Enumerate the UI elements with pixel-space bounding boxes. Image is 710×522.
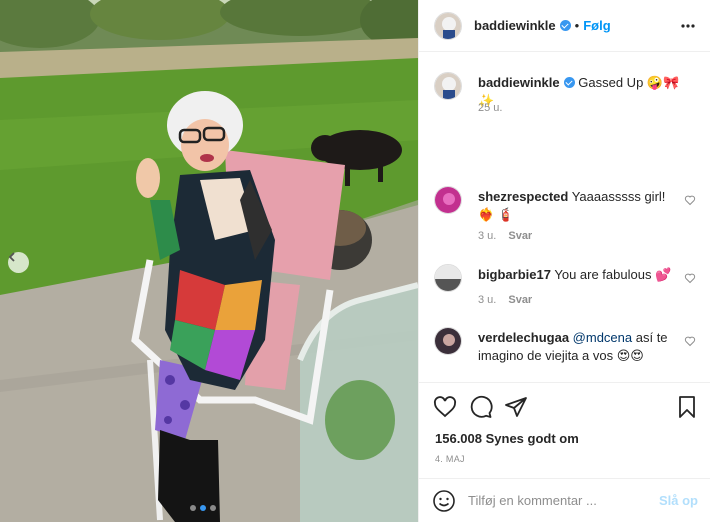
author-avatar[interactable] (434, 11, 462, 40)
carousel-dot (190, 505, 196, 511)
follow-button[interactable]: Følg (583, 18, 610, 33)
comment-text: verdelechugaa @mdcena así te imagino de … (478, 329, 684, 365)
reply-button[interactable]: Svar (508, 230, 532, 242)
carousel-dot-active (200, 505, 206, 511)
post-sidebar: baddiewinkle • Følg baddiewinkle Gassed … (418, 0, 710, 522)
emoji-icon[interactable] (432, 489, 456, 513)
comment-text: bigbarbie17 You are fabulous 💕 (478, 266, 684, 284)
verified-badge-icon (563, 77, 575, 88)
like-comment-heart-icon[interactable] (684, 194, 696, 206)
verified-badge-icon (559, 20, 571, 31)
comment-meta: 3 u. Svar (478, 230, 532, 242)
comment-mention[interactable]: @mdcena (573, 330, 632, 345)
like-heart-icon[interactable] (433, 395, 457, 419)
share-paper-plane-icon[interactable] (504, 395, 528, 419)
comment-username[interactable]: shezrespected (478, 189, 568, 204)
add-comment-bar: Slå op (419, 478, 710, 522)
photo-illustration (0, 0, 418, 522)
header-separator: • (574, 18, 580, 33)
chevron-left-icon (8, 252, 15, 262)
comment-time[interactable]: 3 u. (478, 294, 496, 306)
post-comment-button[interactable]: Slå op (659, 493, 698, 508)
comment-body: You are fabulous 💕 (554, 267, 672, 282)
comment-username[interactable]: verdelechugaa (478, 330, 569, 345)
post-date[interactable]: 4. maj (435, 454, 465, 464)
caption-meta: 25 u. (478, 102, 502, 114)
save-bookmark-icon[interactable] (675, 395, 699, 419)
more-options-icon[interactable] (681, 19, 695, 33)
post-photo[interactable] (0, 0, 418, 522)
carousel-dot (210, 505, 216, 511)
likes-count[interactable]: 156.008 Synes godt om (435, 431, 579, 446)
commenter-avatar[interactable] (434, 264, 462, 292)
commenter-avatar[interactable] (434, 186, 462, 214)
comments-list[interactable]: baddiewinkle Gassed Up 🤪🎀✨ 25 u. shezres… (419, 52, 710, 382)
reply-button[interactable]: Svar (508, 294, 532, 306)
carousel-indicator (190, 505, 216, 511)
carousel-prev-button[interactable] (8, 252, 29, 273)
author-avatar[interactable] (434, 72, 462, 100)
comment-time[interactable]: 3 u. (478, 230, 496, 242)
author-username[interactable]: baddiewinkle (474, 18, 556, 33)
comment-text: shezrespected Yaaaasssss girl! ❤️‍🔥 🧯 (478, 188, 684, 224)
like-comment-heart-icon[interactable] (684, 272, 696, 284)
comment-input[interactable] (468, 493, 659, 508)
post-actions: 156.008 Synes godt om 4. maj (419, 382, 710, 478)
comment-username[interactable]: bigbarbie17 (478, 267, 551, 282)
like-comment-heart-icon[interactable] (684, 335, 696, 347)
post-header: baddiewinkle • Følg (419, 0, 710, 52)
comment-meta: 3 u. Svar (478, 294, 532, 306)
comment-bubble-icon[interactable] (469, 395, 493, 419)
caption-time[interactable]: 25 u. (478, 102, 502, 114)
caption-username[interactable]: baddiewinkle (478, 75, 560, 90)
commenter-avatar[interactable] (434, 327, 462, 355)
caption-text: baddiewinkle Gassed Up 🤪🎀✨ (478, 74, 684, 110)
